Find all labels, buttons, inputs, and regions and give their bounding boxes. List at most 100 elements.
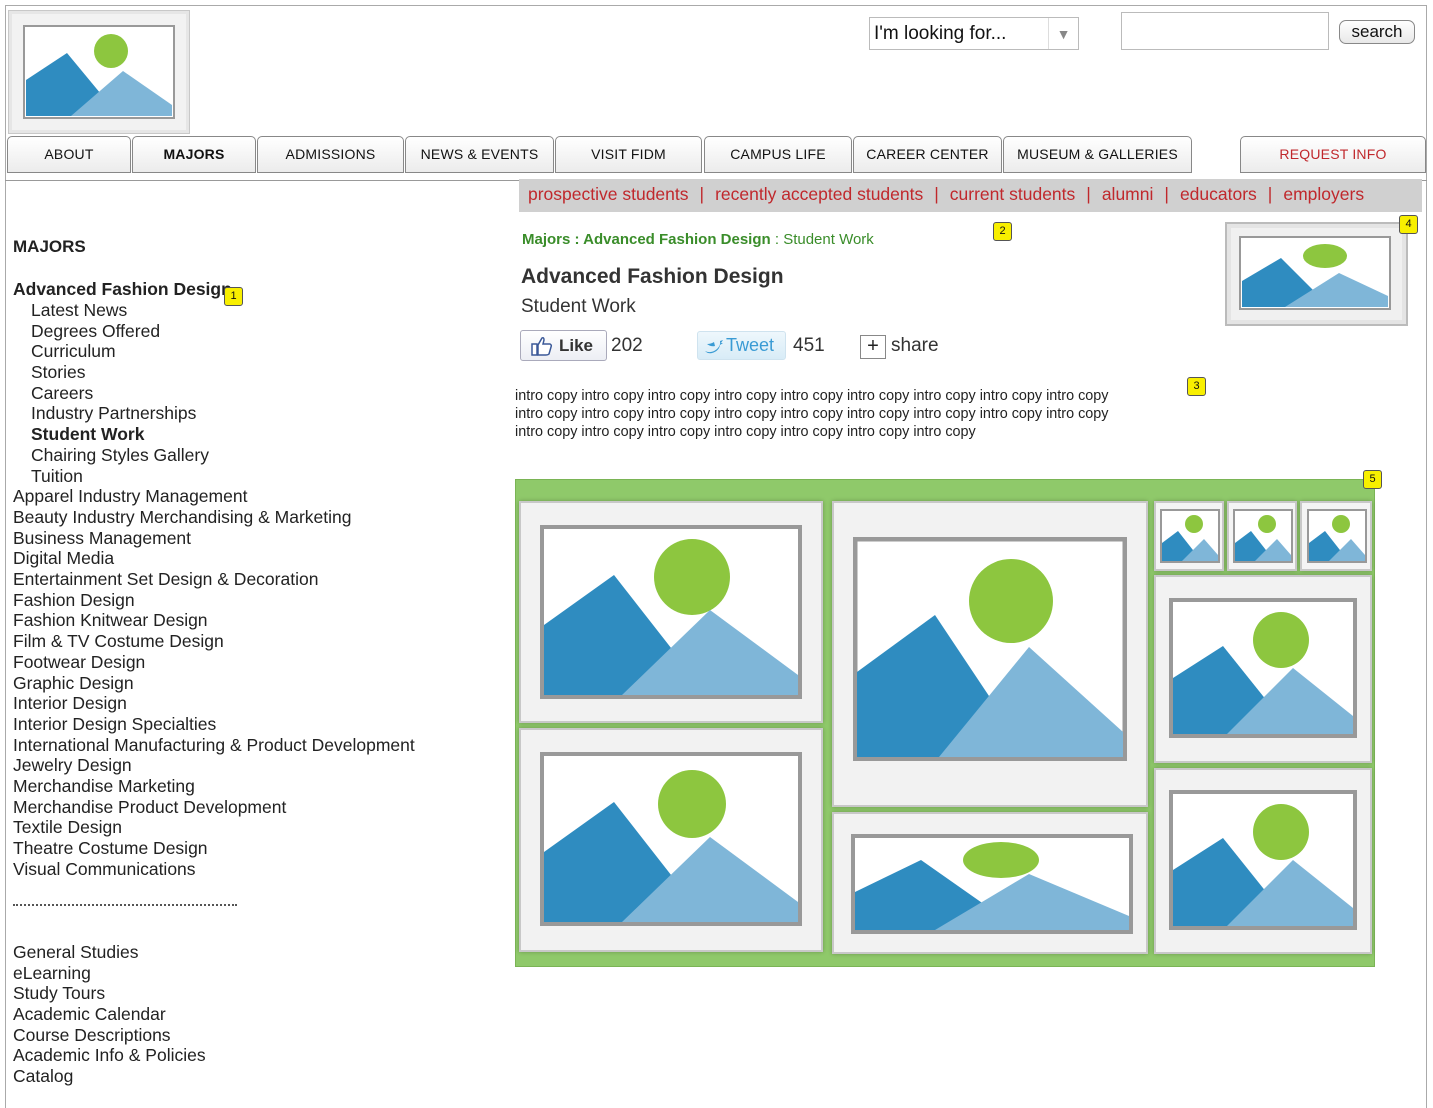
sidebar-major-link[interactable]: Merchandise Marketing <box>13 776 195 797</box>
sidebar-major-link[interactable]: Textile Design <box>13 817 122 838</box>
sidebar-major-link[interactable]: Fashion Design <box>13 590 135 611</box>
sidebar-sub-latest-news[interactable]: Latest News <box>31 300 127 321</box>
sidebar-sub-tuition[interactable]: Tuition <box>31 466 83 487</box>
request-info-button[interactable]: REQUEST INFO <box>1240 136 1426 173</box>
tweet-button[interactable]: Tweet <box>697 331 786 360</box>
student-work-gallery <box>515 479 1375 967</box>
audience-link-employers[interactable]: employers <box>1283 184 1364 204</box>
breadcrumb-separator: : <box>770 231 784 248</box>
sidebar-other-link[interactable]: Catalog <box>13 1066 73 1087</box>
sidebar-current-major[interactable]: Advanced Fashion Design <box>13 279 232 300</box>
gallery-image[interactable] <box>519 728 823 952</box>
separator: | <box>1267 184 1273 204</box>
audience-link-current[interactable]: current students <box>950 184 1075 204</box>
gallery-image[interactable] <box>1154 768 1372 954</box>
share-plus-icon[interactable]: + <box>860 335 886 359</box>
page-subtitle: Student Work <box>521 296 636 317</box>
search-button[interactable]: search <box>1339 20 1415 44</box>
sidebar-major-link[interactable]: Interior Design Specialties <box>13 714 216 735</box>
page-title: Advanced Fashion Design <box>521 265 784 288</box>
sidebar-major-link[interactable]: Visual Communications <box>13 859 196 880</box>
annotation-badge-1: 1 <box>224 287 243 306</box>
gallery-image[interactable] <box>1154 575 1372 763</box>
search-input[interactable] <box>1121 12 1329 50</box>
sidebar-major-link[interactable]: Footwear Design <box>13 652 145 673</box>
image-placeholder-icon <box>1233 509 1293 563</box>
sidebar-sub-industry-partnerships[interactable]: Industry Partnerships <box>31 403 196 424</box>
audience-link-educators[interactable]: educators <box>1180 184 1257 204</box>
sidebar-major-link[interactable]: Merchandise Product Development <box>13 797 286 818</box>
gallery-thumbnail[interactable] <box>1300 501 1372 571</box>
gallery-image[interactable] <box>519 501 823 723</box>
tweet-label: Tweet <box>726 335 775 355</box>
annotation-badge-5: 5 <box>1363 470 1382 489</box>
sidebar-major-link[interactable]: Graphic Design <box>13 673 134 694</box>
audience-link-accepted[interactable]: recently accepted students <box>715 184 923 204</box>
separator: | <box>934 184 939 204</box>
breadcrumb: Majors : Advanced Fashion Design : Stude… <box>522 231 874 248</box>
audience-link-prospective[interactable]: prospective students <box>528 184 689 204</box>
nav-tab-majors[interactable]: MAJORS <box>132 136 256 173</box>
intro-line: intro copy intro copy intro copy intro c… <box>515 388 1109 404</box>
annotation-badge-3: 3 <box>1187 377 1206 396</box>
sidebar-major-link[interactable]: Business Management <box>13 528 191 549</box>
sidebar-heading: MAJORS <box>13 237 86 256</box>
facebook-like-button[interactable]: Like <box>520 330 607 361</box>
sidebar-major-link[interactable]: Film & TV Costume Design <box>13 631 224 652</box>
nav-tab-campus-life[interactable]: CAMPUS LIFE <box>704 136 852 173</box>
image-placeholder-icon <box>540 525 802 699</box>
sidebar-other-link[interactable]: Study Tours <box>13 983 105 1004</box>
share-link[interactable]: share <box>891 335 939 357</box>
sidebar-major-link[interactable]: Interior Design <box>13 693 127 714</box>
sidebar-major-link[interactable]: Jewelry Design <box>13 755 132 776</box>
gallery-thumbnail[interactable] <box>1227 501 1297 571</box>
sidebar-other-link[interactable]: Course Descriptions <box>13 1025 171 1046</box>
sidebar-other-link[interactable]: Academic Calendar <box>13 1004 166 1025</box>
sidebar-sub-chairing-styles[interactable]: Chairing Styles Gallery <box>31 445 209 466</box>
gallery-image[interactable] <box>832 501 1148 807</box>
sidebar-other-link[interactable]: General Studies <box>13 942 139 963</box>
gallery-image[interactable] <box>832 812 1148 954</box>
nav-tab-visit-fidm[interactable]: VISIT FIDM <box>555 136 702 173</box>
breadcrumb-link-majors[interactable]: Majors <box>522 231 570 248</box>
sidebar-sub-stories[interactable]: Stories <box>31 362 85 383</box>
twitter-bird-icon <box>705 340 723 354</box>
sidebar-other-link[interactable]: eLearning <box>13 963 91 984</box>
image-placeholder-icon <box>1169 790 1357 930</box>
intro-copy: intro copy intro copy intro copy intro c… <box>515 387 1195 441</box>
nav-tab-career-center[interactable]: CAREER CENTER <box>853 136 1002 173</box>
annotation-badge-4: 4 <box>1399 215 1418 234</box>
sidebar-major-link[interactable]: Beauty Industry Merchandising & Marketin… <box>13 507 352 528</box>
like-count: 202 <box>611 335 643 356</box>
nav-tab-admissions[interactable]: ADMISSIONS <box>257 136 404 173</box>
sidebar-major-link[interactable]: International Manufacturing & Product De… <box>13 735 415 756</box>
annotation-badge-2: 2 <box>993 222 1012 241</box>
separator: | <box>699 184 705 204</box>
sidebar-major-link[interactable]: Entertainment Set Design & Decoration <box>13 569 318 590</box>
nav-tab-museum-galleries[interactable]: MUSEUM & GALLERIES <box>1003 136 1192 173</box>
thumbs-up-icon <box>531 337 553 356</box>
audience-link-alumni[interactable]: alumni <box>1102 184 1154 204</box>
sidebar-sub-student-work[interactable]: Student Work <box>31 424 144 445</box>
sidebar-sub-curriculum[interactable]: Curriculum <box>31 341 116 362</box>
sidebar-major-link[interactable]: Theatre Costume Design <box>13 838 208 859</box>
breadcrumb-link-major[interactable]: Advanced Fashion Design <box>583 231 771 248</box>
sidebar-major-link[interactable]: Apparel Industry Management <box>13 486 247 507</box>
breadcrumb-current: Student Work <box>783 231 874 248</box>
site-logo[interactable] <box>8 10 190 134</box>
looking-for-dropdown[interactable]: I'm looking for... ▼ <box>869 17 1079 50</box>
feature-image[interactable] <box>1225 222 1408 326</box>
sidebar-sub-degrees-offered[interactable]: Degrees Offered <box>31 321 160 342</box>
gallery-thumbnail[interactable] <box>1154 501 1224 571</box>
sidebar-sub-careers[interactable]: Careers <box>31 383 93 404</box>
intro-line: intro copy intro copy intro copy intro c… <box>515 424 976 440</box>
nav-tab-about[interactable]: ABOUT <box>7 136 131 173</box>
nav-tab-news-events[interactable]: NEWS & EVENTS <box>405 136 554 173</box>
sidebar-other-link[interactable]: Academic Info & Policies <box>13 1045 206 1066</box>
image-placeholder-icon <box>540 752 802 926</box>
sidebar-major-link[interactable]: Fashion Knitwear Design <box>13 610 208 631</box>
separator: | <box>1086 184 1091 204</box>
sidebar-major-link[interactable]: Digital Media <box>13 548 114 569</box>
sidebar-divider <box>13 904 237 906</box>
separator: | <box>1164 184 1169 204</box>
